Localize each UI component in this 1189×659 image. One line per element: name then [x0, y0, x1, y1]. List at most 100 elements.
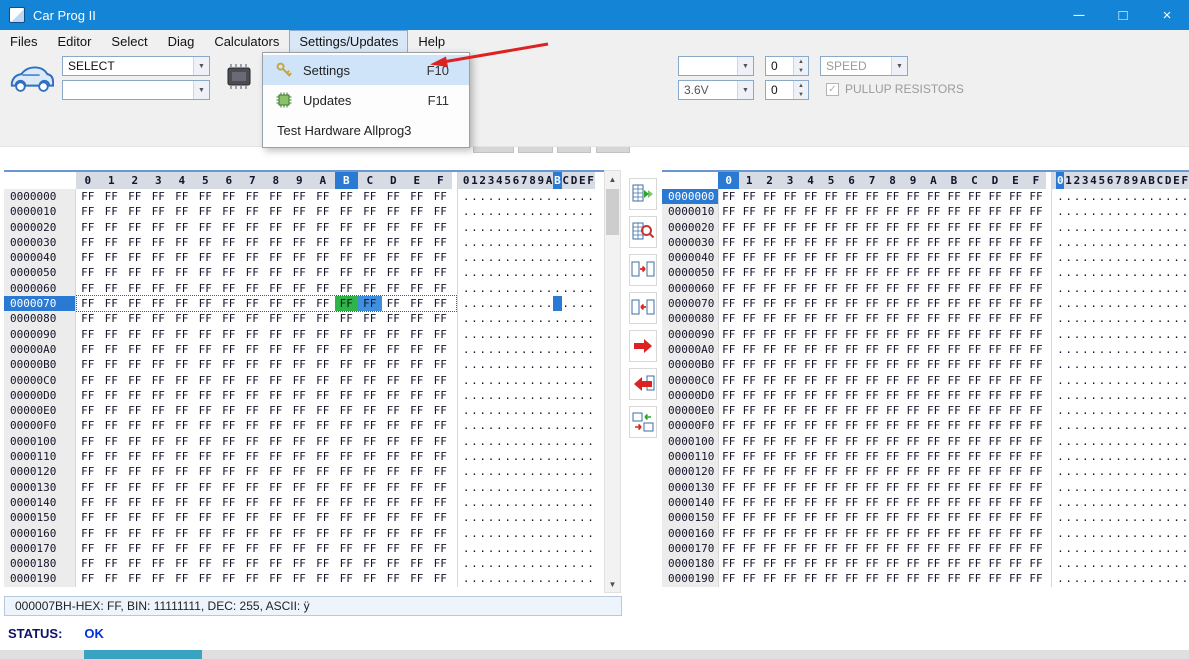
hex-byte-cell[interactable]: FF [903, 327, 923, 342]
hex-byte-cell[interactable]: FF [800, 388, 820, 403]
hex-byte-cell[interactable]: FF [147, 388, 171, 403]
hex-byte-cell[interactable]: FF [739, 510, 759, 525]
hex-byte-cell[interactable]: FF [719, 464, 739, 479]
ascii-row[interactable]: ................ [1051, 235, 1189, 250]
hex-byte-cell[interactable]: FF [760, 495, 780, 510]
hex-byte-cell[interactable]: FF [123, 449, 147, 464]
hex-byte-cell[interactable]: FF [76, 220, 100, 235]
hex-byte-cell[interactable]: FF [923, 296, 943, 311]
hex-byte-cell[interactable]: FF [100, 526, 124, 541]
hex-byte-cell[interactable]: FF [429, 434, 453, 449]
hex-byte-cell[interactable]: FF [429, 373, 453, 388]
spinner-top[interactable]: 0 ▲▼ [765, 56, 809, 76]
ascii-row[interactable]: ................ [1051, 556, 1189, 571]
hex-byte-cell[interactable]: FF [760, 189, 780, 204]
hex-byte-cell[interactable]: FF [241, 510, 265, 525]
hex-byte-cell[interactable]: FF [944, 434, 964, 449]
hex-byte-cell[interactable]: FF [335, 464, 359, 479]
hex-byte-cell[interactable]: FF [194, 281, 218, 296]
hex-byte-cell[interactable]: FF [217, 480, 241, 495]
hex-byte-cell[interactable]: FF [985, 311, 1005, 326]
ascii-row[interactable]: ................ [1051, 311, 1189, 326]
hex-byte-cell[interactable]: FF [780, 220, 800, 235]
hex-byte-cell[interactable]: FF [760, 464, 780, 479]
hex-byte-cell[interactable]: FF [821, 311, 841, 326]
hex-byte-cell[interactable]: FF [358, 281, 382, 296]
menu-calculators[interactable]: Calculators [204, 30, 289, 53]
hex-byte-cell[interactable]: FF [944, 250, 964, 265]
hex-byte-cell[interactable]: FF [123, 265, 147, 280]
hex-byte-cell[interactable]: FF [311, 541, 335, 556]
hex-byte-cell[interactable]: FF [841, 281, 861, 296]
hex-byte-cell[interactable]: FF [964, 434, 984, 449]
hex-byte-cell[interactable]: FF [429, 296, 453, 311]
hex-byte-cell[interactable]: FF [100, 296, 124, 311]
hex-byte-cell[interactable]: FF [760, 235, 780, 250]
hex-byte-cell[interactable]: FF [100, 495, 124, 510]
hex-byte-cell[interactable]: FF [170, 327, 194, 342]
hex-byte-cell[interactable]: FF [100, 434, 124, 449]
hex-byte-cell[interactable]: FF [217, 495, 241, 510]
hex-byte-cell[interactable]: FF [800, 281, 820, 296]
hex-byte-cell[interactable]: FF [862, 342, 882, 357]
hex-byte-cell[interactable]: FF [903, 571, 923, 586]
hex-byte-cell[interactable]: FF [719, 556, 739, 571]
hex-byte-cell[interactable]: FF [147, 235, 171, 250]
hex-byte-cell[interactable]: FF [739, 480, 759, 495]
hex-byte-cell[interactable]: FF [1005, 495, 1025, 510]
hex-byte-cell[interactable]: FF [719, 235, 739, 250]
hex-byte-cell[interactable]: FF [170, 464, 194, 479]
hex-byte-cell[interactable]: FF [123, 434, 147, 449]
hex-byte-cell[interactable]: FF [780, 388, 800, 403]
hex-byte-cell[interactable]: FF [123, 296, 147, 311]
hex-byte-cell[interactable]: FF [241, 571, 265, 586]
hex-byte-cell[interactable]: FF [123, 556, 147, 571]
hex-byte-cell[interactable]: FF [100, 327, 124, 342]
hex-byte-cell[interactable]: FF [719, 571, 739, 586]
hex-byte-cell[interactable]: FF [335, 235, 359, 250]
hex-byte-cell[interactable]: FF [358, 480, 382, 495]
ascii-row[interactable]: ................ [457, 357, 595, 372]
hex-byte-cell[interactable]: FF [147, 403, 171, 418]
hex-byte-cell[interactable]: FF [147, 204, 171, 219]
hex-byte-cell[interactable]: FF [964, 265, 984, 280]
hex-byte-cell[interactable]: FF [170, 556, 194, 571]
hex-byte-cell[interactable]: FF [862, 526, 882, 541]
hex-byte-cell[interactable]: FF [311, 464, 335, 479]
hex-byte-cell[interactable]: FF [903, 526, 923, 541]
hex-byte-cell[interactable]: FF [719, 449, 739, 464]
hex-byte-cell[interactable]: FF [288, 510, 312, 525]
hex-byte-cell[interactable]: FF [985, 327, 1005, 342]
hex-byte-cell[interactable]: FF [429, 388, 453, 403]
ascii-row[interactable]: ................ [457, 296, 595, 311]
hex-byte-cell[interactable]: FF [1026, 541, 1046, 556]
hex-byte-cell[interactable]: FF [335, 281, 359, 296]
hex-byte-cell[interactable]: FF [194, 541, 218, 556]
hex-byte-cell[interactable]: FF [100, 265, 124, 280]
device-select-combo-2[interactable]: ▼ [62, 80, 210, 100]
hex-byte-cell[interactable]: FF [841, 464, 861, 479]
hex-byte-cell[interactable]: FF [147, 526, 171, 541]
hex-byte-cell[interactable]: FF [288, 189, 312, 204]
hex-byte-cell[interactable]: FF [194, 373, 218, 388]
hex-byte-cell[interactable]: FF [311, 265, 335, 280]
hex-byte-cell[interactable]: FF [358, 388, 382, 403]
hex-byte-cell[interactable]: FF [335, 495, 359, 510]
hex-byte-cell[interactable]: FF [382, 235, 406, 250]
hex-byte-cell[interactable]: FF [739, 265, 759, 280]
ascii-row[interactable]: ................ [457, 342, 595, 357]
spin-down-icon[interactable]: ▼ [794, 66, 808, 75]
hex-byte-cell[interactable]: FF [800, 495, 820, 510]
hex-byte-cell[interactable]: FF [882, 571, 902, 586]
hex-byte-cell[interactable]: FF [288, 541, 312, 556]
hex-byte-cell[interactable]: FF [194, 556, 218, 571]
hex-byte-cell[interactable]: FF [882, 526, 902, 541]
hex-byte-cell[interactable]: FF [1005, 403, 1025, 418]
hex-byte-cell[interactable]: FF [760, 311, 780, 326]
hex-byte-cell[interactable]: FF [882, 250, 902, 265]
scroll-down-icon[interactable]: ▼ [605, 576, 620, 592]
ascii-row[interactable]: ................ [1051, 250, 1189, 265]
hex-byte-cell[interactable]: FF [760, 342, 780, 357]
hex-byte-cell[interactable]: FF [76, 495, 100, 510]
hex-byte-cell[interactable]: FF [288, 388, 312, 403]
